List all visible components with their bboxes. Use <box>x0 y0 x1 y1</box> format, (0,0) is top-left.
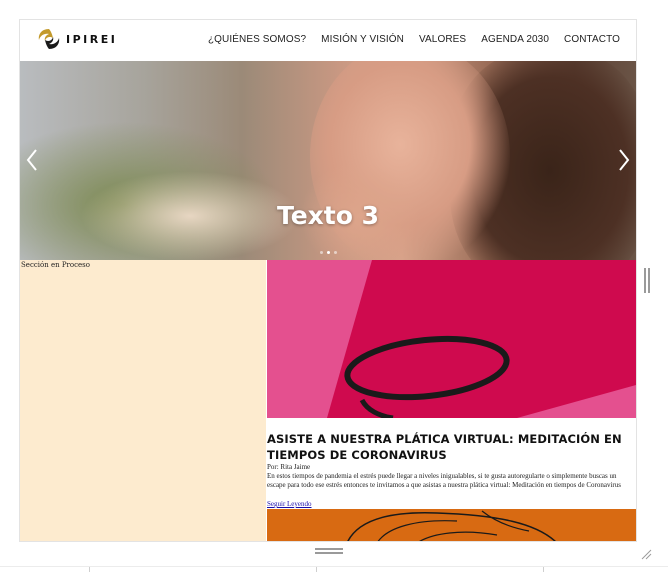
nav-contacto[interactable]: CONTACTO <box>564 34 620 45</box>
chevron-left-icon <box>26 149 37 171</box>
slider-next-button[interactable] <box>616 147 632 173</box>
section-status-label: Sección en Proceso <box>21 261 90 269</box>
horizontal-resize-handle[interactable] <box>315 548 343 555</box>
resize-grip-icon[interactable] <box>640 545 652 560</box>
chevron-right-icon <box>619 149 630 171</box>
slider-dot-3[interactable] <box>334 251 337 254</box>
logo-swirl-icon <box>38 29 60 49</box>
bottom-tick <box>89 567 90 572</box>
hero-slider: Texto 3 <box>20 61 636 260</box>
post-title[interactable]: ASISTE A NUESTRA PLÁTICA VIRTUAL: MEDITA… <box>267 431 627 463</box>
slider-dot-2[interactable] <box>327 251 330 254</box>
hero-caption: Texto 3 <box>276 201 380 230</box>
read-more-link[interactable]: Seguir Leyendo <box>267 500 312 508</box>
nav-mision-vision[interactable]: MISIÓN Y VISIÓN <box>321 34 404 45</box>
post-illustration <box>327 260 636 418</box>
logo-text: IPIREI <box>66 32 118 46</box>
post-image[interactable] <box>267 260 636 418</box>
slider-dots <box>320 251 337 254</box>
post-2-illustration <box>347 510 556 541</box>
slider-prev-button[interactable] <box>24 147 40 173</box>
post-excerpt: En estos tiempos de pandemia el estrés p… <box>267 472 621 489</box>
nav-valores[interactable]: VALORES <box>419 34 466 45</box>
nav-agenda-2030[interactable]: AGENDA 2030 <box>481 34 549 45</box>
post-meta: Por: Rita Jaime En estos tiempos de pand… <box>267 463 631 490</box>
site-logo[interactable]: IPIREI <box>36 27 117 51</box>
vertical-scroll-handle[interactable] <box>644 268 650 293</box>
bottom-tick <box>316 567 317 572</box>
main-nav: ¿QUIÉNES SOMOS? MISIÓN Y VISIÓN VALORES … <box>208 34 620 45</box>
left-panel: Sección en Proceso <box>20 260 266 541</box>
bottom-tick <box>543 567 544 572</box>
nav-quienes-somos[interactable]: ¿QUIÉNES SOMOS? <box>208 34 306 45</box>
post-2-image[interactable] <box>267 509 636 541</box>
bottom-divider <box>0 566 668 567</box>
slider-dot-1[interactable] <box>320 251 323 254</box>
browser-viewport: IPIREI ¿QUIÉNES SOMOS? MISIÓN Y VISIÓN V… <box>19 19 637 542</box>
post-author: Por: Rita Jaime <box>267 463 311 471</box>
site-header: IPIREI ¿QUIÉNES SOMOS? MISIÓN Y VISIÓN V… <box>20 20 636 61</box>
